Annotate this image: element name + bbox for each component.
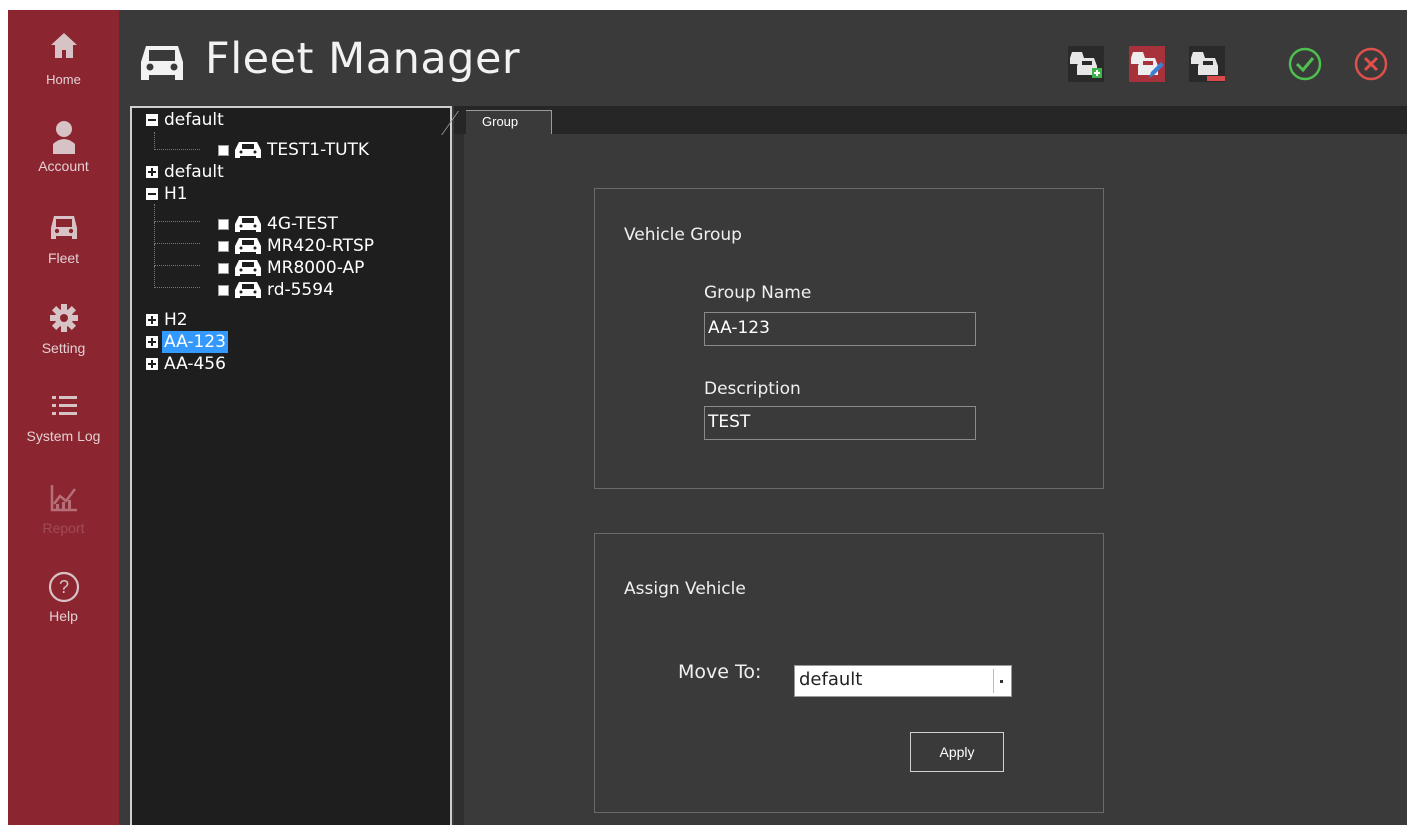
add-vehicle-group-button[interactable]: [1068, 46, 1104, 82]
vehicle-label: MR420-RTSP: [267, 236, 375, 256]
remove-vehicle-group-icon: [1189, 46, 1225, 82]
confirm-icon: [1288, 47, 1322, 81]
nav-account-label: Account: [38, 158, 89, 174]
collapse-icon[interactable]: [146, 188, 158, 200]
nav-report-label: Report: [42, 520, 85, 536]
move-to-label: Move To:: [678, 661, 762, 683]
tree-connector: [154, 244, 200, 266]
svg-text:?: ?: [58, 577, 68, 597]
nav-home-label: Home: [46, 72, 81, 87]
header: Fleet Manager: [119, 10, 1407, 106]
vehicle-checkbox[interactable]: [218, 241, 229, 252]
vehicle-label: TEST1-TUTK: [267, 140, 370, 160]
expand-icon[interactable]: [146, 166, 158, 178]
help-icon: ?: [8, 570, 119, 608]
car-icon: [137, 42, 187, 84]
page-title: Fleet Manager: [205, 34, 521, 84]
vehicle-checkbox[interactable]: [218, 219, 229, 230]
vehicle-group-title: Vehicle Group: [624, 225, 742, 245]
car-icon: [235, 282, 261, 298]
nav-fleet[interactable]: Fleet: [8, 212, 119, 292]
remove-vehicle-group-button[interactable]: [1189, 46, 1225, 82]
assign-vehicle-title: Assign Vehicle: [624, 579, 746, 599]
nav-system-log-label: System Log: [26, 428, 101, 444]
add-vehicle-group-icon: [1068, 46, 1104, 82]
tab-group[interactable]: Group: [466, 110, 552, 134]
car-icon: [235, 260, 261, 276]
cancel-icon: [1354, 47, 1388, 81]
nav-fleet-label: Fleet: [47, 250, 80, 266]
car-icon: [235, 216, 261, 232]
tree-group-label: default: [164, 162, 224, 182]
side-nav: Home Account Fleet Setting System Log Re…: [8, 10, 119, 825]
expand-icon[interactable]: [146, 336, 158, 348]
move-to-value: default: [799, 669, 863, 690]
description-label: Description: [704, 379, 801, 399]
vehicle-checkbox[interactable]: [218, 263, 229, 274]
tab-strip: Group: [454, 106, 1407, 134]
vehicle-checkbox[interactable]: [218, 285, 229, 296]
tree-connector: [154, 132, 200, 150]
tree-connector: [154, 204, 200, 222]
list-icon: [8, 390, 119, 428]
fleet-manager-window: Home Account Fleet Setting System Log Re…: [8, 10, 1407, 825]
home-icon: [8, 30, 119, 68]
cancel-button[interactable]: [1353, 46, 1389, 82]
expand-icon[interactable]: [146, 358, 158, 370]
tree-connector: [154, 266, 200, 288]
group-name-input[interactable]: AA-123: [704, 312, 976, 346]
panel-border: [454, 134, 464, 825]
group-name-label: Group Name: [704, 283, 812, 303]
car-icon: [235, 238, 261, 254]
nav-report[interactable]: Report: [8, 482, 119, 562]
description-input[interactable]: TEST: [704, 406, 976, 440]
nav-system-log[interactable]: System Log: [8, 390, 119, 470]
vehicle-group-tree: default TEST1-TUTK default H1 4G-TEST MR…: [130, 106, 452, 825]
nav-account[interactable]: Account: [8, 120, 119, 200]
chart-icon: [8, 482, 119, 520]
confirm-button[interactable]: [1287, 46, 1323, 82]
apply-button[interactable]: Apply: [910, 732, 1004, 772]
vehicle-label: MR8000-AP: [267, 258, 365, 278]
tree-group-label: H2: [164, 310, 188, 330]
collapse-icon[interactable]: [146, 114, 158, 126]
vehicle-label: 4G-TEST: [267, 214, 338, 234]
edit-vehicle-group-icon: [1129, 46, 1165, 82]
edit-vehicle-group-button[interactable]: [1129, 46, 1165, 82]
tree-group-label: AA-123: [162, 331, 228, 353]
tree-group-label: default: [164, 110, 224, 130]
tree-connector: [154, 222, 200, 244]
move-to-select[interactable]: default: [794, 665, 1012, 697]
vehicle-label: rd-5594: [267, 280, 334, 300]
nav-home[interactable]: Home: [8, 30, 119, 110]
nav-help-label: Help: [49, 608, 78, 624]
nav-setting-label: Setting: [41, 340, 86, 356]
gear-icon: [8, 302, 119, 340]
nav-help[interactable]: ? Help: [8, 570, 119, 650]
account-icon: [8, 120, 119, 158]
vehicle-checkbox[interactable]: [218, 145, 229, 156]
car-icon: [8, 212, 119, 250]
car-icon: [235, 142, 261, 158]
tree-group-label: H1: [164, 184, 188, 204]
dropdown-arrow-icon[interactable]: [993, 669, 1009, 693]
tree-group-label: AA-456: [164, 354, 226, 374]
expand-icon[interactable]: [146, 314, 158, 326]
nav-setting[interactable]: Setting: [8, 302, 119, 382]
